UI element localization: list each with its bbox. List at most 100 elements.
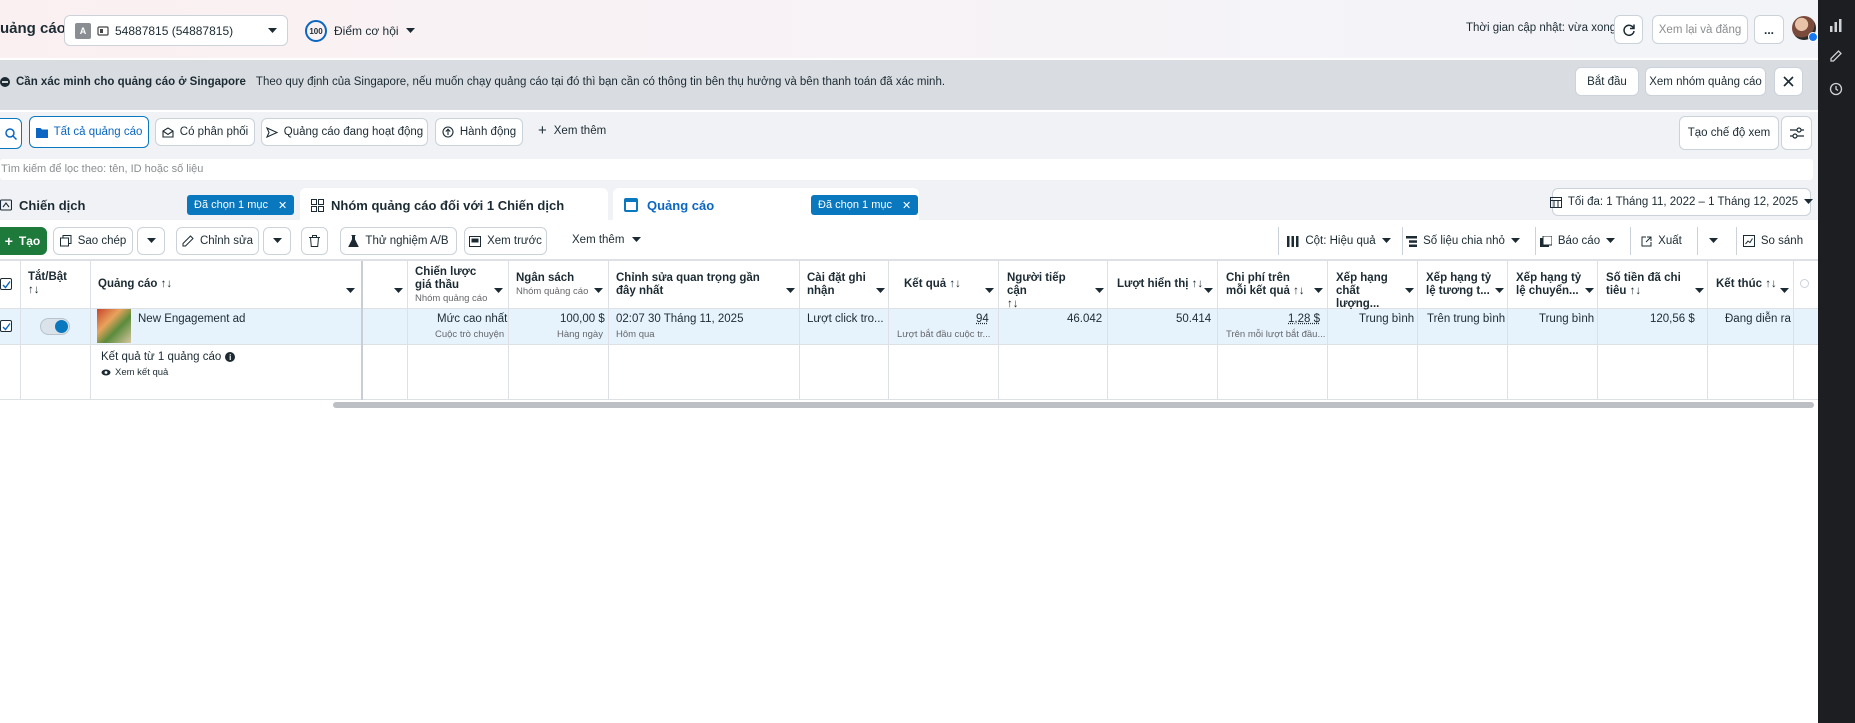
header-reach[interactable]: Người tiếp cận ↑↓ xyxy=(1007,272,1087,311)
header-conversion-rank[interactable]: Xếp hạng tỷ lệ chuyển... xyxy=(1516,272,1586,298)
tab-campaigns[interactable]: Chiến dịch xyxy=(0,190,85,220)
campaigns-selected-chip[interactable]: Đã chọn 1 mục ✕ xyxy=(187,195,295,215)
chevron-down-icon[interactable] xyxy=(1495,283,1504,297)
header-end[interactable]: Kết thúc ↑↓ xyxy=(1716,278,1777,290)
info-icon[interactable]: i xyxy=(225,352,236,362)
opportunity-score[interactable]: 100 Điểm cơ hội xyxy=(305,20,415,42)
chevron-down-icon[interactable] xyxy=(1695,283,1704,297)
account-selector[interactable]: A 54887815 (54887815) xyxy=(64,15,288,46)
header-quality-rank[interactable]: Xếp hạng chất lượng... xyxy=(1336,272,1406,311)
header-engagement-rank[interactable]: Xếp hạng tỷ lệ tương t... xyxy=(1426,272,1496,298)
clock-icon[interactable] xyxy=(1829,82,1843,96)
chevron-down-icon[interactable] xyxy=(1314,283,1323,297)
cell-spent: 120,56 $ xyxy=(1650,313,1695,325)
compare-label: So sánh xyxy=(1760,235,1804,247)
reports-button[interactable]: Báo cáo xyxy=(1535,227,1619,255)
chevron-down-icon[interactable] xyxy=(876,283,885,297)
cell-conversion-rank: Trung bình xyxy=(1539,313,1595,325)
score-badge: 100 xyxy=(305,20,327,42)
view-results-link[interactable]: Xem kết quả xyxy=(101,367,168,378)
select-all-checkbox[interactable] xyxy=(0,278,12,290)
filter-active-ads[interactable]: Quảng cáo đang hoạt động xyxy=(261,118,428,146)
chevron-down-icon[interactable] xyxy=(394,283,403,297)
chevron-down-icon[interactable] xyxy=(985,283,994,297)
header-ad[interactable]: Quảng cáo ↑↓ xyxy=(98,278,172,290)
chevron-down-icon[interactable] xyxy=(786,283,795,297)
header-budget[interactable]: Ngân sách Nhóm quảng cáo xyxy=(516,272,588,298)
tab-adsets[interactable]: Nhóm quảng cáo đối với 1 Chiến dịch xyxy=(311,190,564,220)
ad-name[interactable]: New Engagement ad xyxy=(138,313,245,325)
chevron-down-icon[interactable] xyxy=(1095,283,1104,297)
chevron-down-icon[interactable] xyxy=(1405,283,1414,297)
chevron-down-icon[interactable] xyxy=(594,283,603,297)
ad-toggle[interactable] xyxy=(40,318,70,335)
ab-test-button[interactable]: Thử nghiệm A/B xyxy=(340,227,457,255)
create-view-button[interactable]: Tạo chế độ xem xyxy=(1679,116,1779,150)
header-last-edit[interactable]: Chỉnh sửa quan trọng gần đây nhất xyxy=(616,272,781,298)
header-toggle[interactable]: Tắt/Bật ↑↓ xyxy=(28,271,67,297)
compare-button[interactable]: So sánh xyxy=(1736,227,1809,255)
start-button[interactable]: Bắt đầu xyxy=(1575,67,1639,96)
cell-attribution: Lượt click tro... xyxy=(807,313,884,325)
breakdown-button[interactable]: Số liệu chia nhỏ xyxy=(1402,227,1523,255)
search-input[interactable]: Tìm kiếm để lọc theo: tên, ID hoặc số li… xyxy=(0,159,1813,180)
cell-cost-per[interactable]: 1,28 $ xyxy=(1288,313,1320,325)
filter-delivered[interactable]: Có phân phối xyxy=(155,118,255,146)
view-settings-button[interactable] xyxy=(1781,116,1812,150)
sort-icon: ↑↓ xyxy=(1629,285,1642,297)
flask-icon xyxy=(348,235,360,247)
avatar[interactable] xyxy=(1792,16,1818,42)
ad-window-icon xyxy=(624,198,638,212)
preview-button[interactable]: Xem trước xyxy=(464,227,547,255)
horizontal-scrollbar[interactable] xyxy=(333,402,1814,408)
chevron-down-icon[interactable] xyxy=(494,283,503,297)
export-dropdown-button[interactable] xyxy=(1697,227,1729,255)
refresh-button[interactable] xyxy=(1614,15,1643,44)
more-options-button[interactable]: ... xyxy=(1754,15,1784,44)
column-settings-icon[interactable] xyxy=(1800,279,1809,288)
chevron-down-icon[interactable] xyxy=(1204,283,1213,297)
search-button[interactable] xyxy=(0,118,22,149)
ads-selected-chip[interactable]: Đã chọn 1 mục ✕ xyxy=(811,195,919,215)
copy-button[interactable]: Sao chép xyxy=(53,227,133,255)
cell-reach: 46.042 xyxy=(1067,313,1103,325)
create-button[interactable]: + Tạo xyxy=(0,227,47,255)
close-banner-button[interactable] xyxy=(1774,67,1803,96)
filter-all-ads[interactable]: Tất cả quảng cáo xyxy=(29,116,149,148)
row-checkbox[interactable] xyxy=(0,320,12,332)
view-ad-group-button[interactable]: Xem nhóm quảng cáo xyxy=(1645,67,1766,96)
edit-button[interactable]: Chỉnh sửa xyxy=(176,227,259,255)
filter-see-more-label: Xem thêm xyxy=(553,125,607,137)
chart-icon[interactable] xyxy=(1829,18,1843,32)
header-attribution[interactable]: Cài đặt ghi nhận xyxy=(807,272,875,298)
header-amount-spent[interactable]: Số tiền đã chi tiêu ↑↓ xyxy=(1606,272,1691,298)
chevron-down-icon[interactable] xyxy=(346,283,355,297)
export-button[interactable]: Xuất xyxy=(1630,227,1692,255)
tab-ads[interactable]: Quảng cáo xyxy=(624,190,714,220)
header-cost-per-result[interactable]: Chi phí trên mỗi kết quả ↑↓ xyxy=(1226,272,1311,298)
columns-button[interactable]: Cột: Hiệu quả xyxy=(1278,227,1399,255)
header-bid-strategy[interactable]: Chiến lược giá thầu Nhóm quảng cáo xyxy=(415,266,495,305)
score-label: Điểm cơ hội xyxy=(334,24,399,38)
grid-line xyxy=(361,261,363,400)
header-ad-label: Quảng cáo xyxy=(98,278,158,290)
copy-dropdown-button[interactable] xyxy=(137,227,165,255)
toolbar-see-more[interactable]: Xem thêm xyxy=(572,234,642,246)
banner-text: Theo quy định của Singapore, nếu muốn ch… xyxy=(255,76,946,88)
cell-results[interactable]: 94 xyxy=(976,313,989,325)
chevron-down-icon[interactable] xyxy=(1585,283,1594,297)
external-link-icon xyxy=(1641,236,1652,247)
close-icon[interactable]: ✕ xyxy=(902,199,911,212)
date-range-picker[interactable]: Tối đa: 1 Tháng 11, 2022 – 1 Tháng 12, 2… xyxy=(1549,188,1814,216)
review-publish-button[interactable]: Xem lại và đăng xyxy=(1652,15,1748,44)
close-icon[interactable]: ✕ xyxy=(278,199,287,212)
right-rail xyxy=(1818,0,1855,723)
header-results[interactable]: Kết quả ↑↓ xyxy=(904,278,961,290)
edit-dropdown-button[interactable] xyxy=(263,227,291,255)
delete-button[interactable] xyxy=(301,227,328,255)
filter-see-more[interactable]: + Xem thêm xyxy=(538,123,607,138)
chevron-down-icon[interactable] xyxy=(1780,283,1789,297)
header-impressions[interactable]: Lượt hiển thị ↑↓ xyxy=(1117,278,1203,290)
filter-actions[interactable]: Hành động xyxy=(435,118,523,146)
pencil-icon[interactable] xyxy=(1829,49,1843,63)
